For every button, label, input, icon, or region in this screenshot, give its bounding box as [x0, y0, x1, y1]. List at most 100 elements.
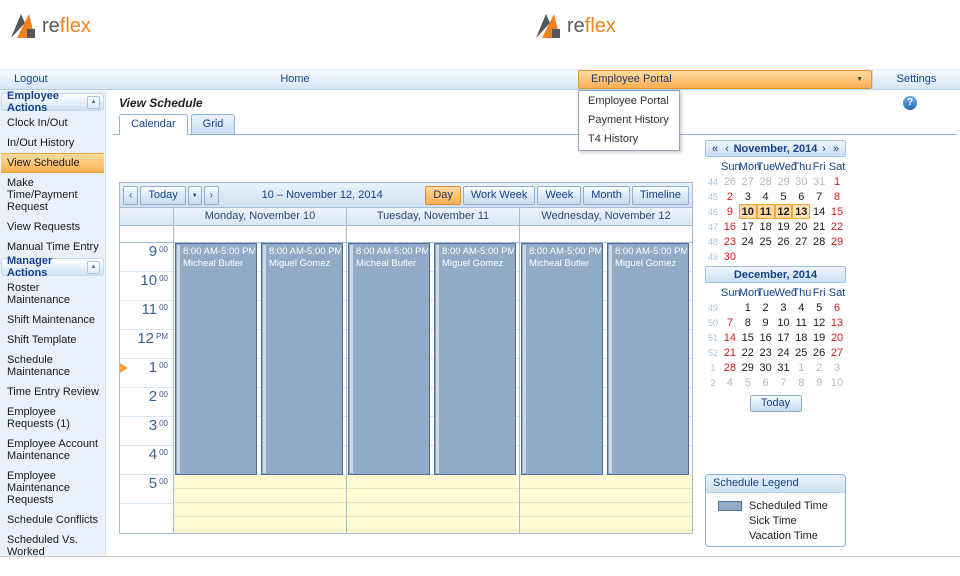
event-micheal-butler[interactable]: 8:00 AM-5:00 PMMicheal Butler: [175, 243, 257, 475]
week-number[interactable]: 49: [705, 249, 721, 264]
calendar-day[interactable]: 29: [828, 234, 846, 249]
calendar-day[interactable]: 2: [757, 300, 775, 315]
calendar-day[interactable]: 23: [757, 345, 775, 360]
calendar-day[interactable]: 3: [775, 300, 793, 315]
week-number[interactable]: 47: [705, 219, 721, 234]
calendar-day[interactable]: 11: [792, 315, 810, 330]
calendar-day[interactable]: 5: [775, 189, 793, 204]
calendar-day[interactable]: 8: [792, 375, 810, 390]
sidebar-item-view-requests[interactable]: View Requests: [1, 217, 104, 237]
next-day-button[interactable]: ›: [204, 186, 219, 205]
week-number[interactable]: 2: [705, 375, 721, 390]
sidebar-item-time-entry-review[interactable]: Time Entry Review: [1, 382, 104, 402]
week-number[interactable]: 1: [705, 360, 721, 375]
calendar-day[interactable]: 3: [739, 189, 757, 204]
calendar-day[interactable]: 22: [828, 219, 846, 234]
sidebar-item-employee-account-maintenance[interactable]: Employee Account Maintenance: [1, 434, 104, 466]
calendar-day[interactable]: 5: [810, 300, 828, 315]
calendar-day[interactable]: 29: [739, 360, 757, 375]
prev-day-button[interactable]: ‹: [123, 186, 138, 205]
fast-next-button[interactable]: »: [830, 143, 842, 155]
calendar-day[interactable]: 15: [739, 330, 757, 345]
calendar-day[interactable]: 26: [810, 345, 828, 360]
dropdown-item-payment-history[interactable]: Payment History: [580, 111, 678, 130]
calendar-day[interactable]: 25: [757, 234, 775, 249]
fast-prev-button[interactable]: «: [709, 143, 721, 155]
menu-item-settings[interactable]: Settings: [872, 70, 960, 89]
calendar-day[interactable]: 20: [792, 219, 810, 234]
calendar-day[interactable]: 12: [775, 204, 793, 219]
calendar-day[interactable]: 27: [792, 234, 810, 249]
calendar-day[interactable]: 4: [721, 375, 739, 390]
collapse-icon[interactable]: ▲: [87, 261, 100, 274]
calendar-day[interactable]: 26: [721, 174, 739, 189]
week-number[interactable]: 46: [705, 204, 721, 219]
sidebar-item-employee-requests-1[interactable]: Employee Requests (1): [1, 402, 104, 434]
calendar-day[interactable]: 14: [721, 330, 739, 345]
calendar-day[interactable]: 8: [739, 315, 757, 330]
calendar-day[interactable]: 2: [721, 189, 739, 204]
day-header-tuesday-november-11[interactable]: Tuesday, November 11: [347, 208, 520, 225]
calendar-day[interactable]: 10: [828, 375, 846, 390]
calendar-day[interactable]: 20: [828, 330, 846, 345]
calendar-day[interactable]: 24: [775, 345, 793, 360]
week-number[interactable]: 51: [705, 330, 721, 345]
tab-grid[interactable]: Grid: [191, 114, 236, 134]
week-number[interactable]: 44: [705, 174, 721, 189]
all-day-cell[interactable]: [347, 226, 520, 242]
event-micheal-butler[interactable]: 8:00 AM-5:00 PMMicheal Butler: [521, 243, 603, 475]
calendar-day[interactable]: 31: [775, 360, 793, 375]
week-number[interactable]: 50: [705, 315, 721, 330]
calendar-day[interactable]: 7: [775, 375, 793, 390]
calendar-day[interactable]: 2: [810, 360, 828, 375]
calendar-day[interactable]: 16: [721, 219, 739, 234]
view-day-button[interactable]: Day: [425, 186, 461, 205]
calendar-day[interactable]: 13: [792, 204, 810, 219]
calendar-day[interactable]: 9: [757, 315, 775, 330]
calendar-day[interactable]: 26: [775, 234, 793, 249]
day-column[interactable]: 8:00 AM-5:00 PMMicheal Butler8:00 AM-5:0…: [347, 243, 520, 533]
calendar-day[interactable]: 28: [757, 174, 775, 189]
sidebar-item-shift-maintenance[interactable]: Shift Maintenance: [1, 310, 104, 330]
calendar-day[interactable]: 29: [775, 174, 793, 189]
sidebar-item-schedule-maintenance[interactable]: Schedule Maintenance: [1, 350, 104, 382]
calendar-day[interactable]: 22: [739, 345, 757, 360]
event-micheal-butler[interactable]: 8:00 AM-5:00 PMMicheal Butler: [348, 243, 430, 475]
menu-item-home[interactable]: Home: [250, 70, 340, 89]
calendar-day[interactable]: 16: [757, 330, 775, 345]
view-month-button[interactable]: Month: [583, 186, 630, 205]
today-dropdown-button[interactable]: ▼: [188, 186, 202, 205]
week-number[interactable]: 52: [705, 345, 721, 360]
sidebar-item-view-schedule[interactable]: View Schedule: [1, 153, 104, 173]
next-month-button[interactable]: ›: [818, 143, 830, 155]
calendar-day[interactable]: 17: [775, 330, 793, 345]
calendar-day[interactable]: 4: [792, 300, 810, 315]
calendar-day[interactable]: 15: [828, 204, 846, 219]
calendar-day[interactable]: 19: [810, 330, 828, 345]
calendar-day[interactable]: 27: [739, 174, 757, 189]
calendar-day[interactable]: 12: [810, 315, 828, 330]
sidebar-item-in-out-history[interactable]: In/Out History: [1, 133, 104, 153]
all-day-cell[interactable]: [174, 226, 347, 242]
calendar-day[interactable]: 14: [810, 204, 828, 219]
calendar-day[interactable]: 6: [757, 375, 775, 390]
day-header-wednesday-november-12[interactable]: Wednesday, November 12: [520, 208, 692, 225]
calendar-day[interactable]: 13: [828, 315, 846, 330]
calendar-day[interactable]: 9: [721, 204, 739, 219]
week-number[interactable]: 48: [705, 234, 721, 249]
calendar-day[interactable]: 9: [810, 375, 828, 390]
sidebar-item-schedule-conflicts[interactable]: Schedule Conflicts: [1, 510, 104, 530]
calendar-today-button[interactable]: Today: [750, 395, 802, 412]
calendar-day[interactable]: 6: [828, 300, 846, 315]
calendar-day[interactable]: 18: [757, 219, 775, 234]
view-week-button[interactable]: Week: [537, 186, 581, 205]
today-button[interactable]: Today: [140, 186, 185, 205]
tab-calendar[interactable]: Calendar: [119, 114, 188, 135]
dropdown-item-employee-portal[interactable]: Employee Portal: [580, 92, 678, 111]
sidebar-item-shift-template[interactable]: Shift Template: [1, 330, 104, 350]
calendar-day[interactable]: 1: [828, 174, 846, 189]
calendar-day[interactable]: 5: [739, 375, 757, 390]
day-header-monday-november-10[interactable]: Monday, November 10: [174, 208, 347, 225]
calendar-day[interactable]: 6: [792, 189, 810, 204]
calendar-day[interactable]: 31: [810, 174, 828, 189]
